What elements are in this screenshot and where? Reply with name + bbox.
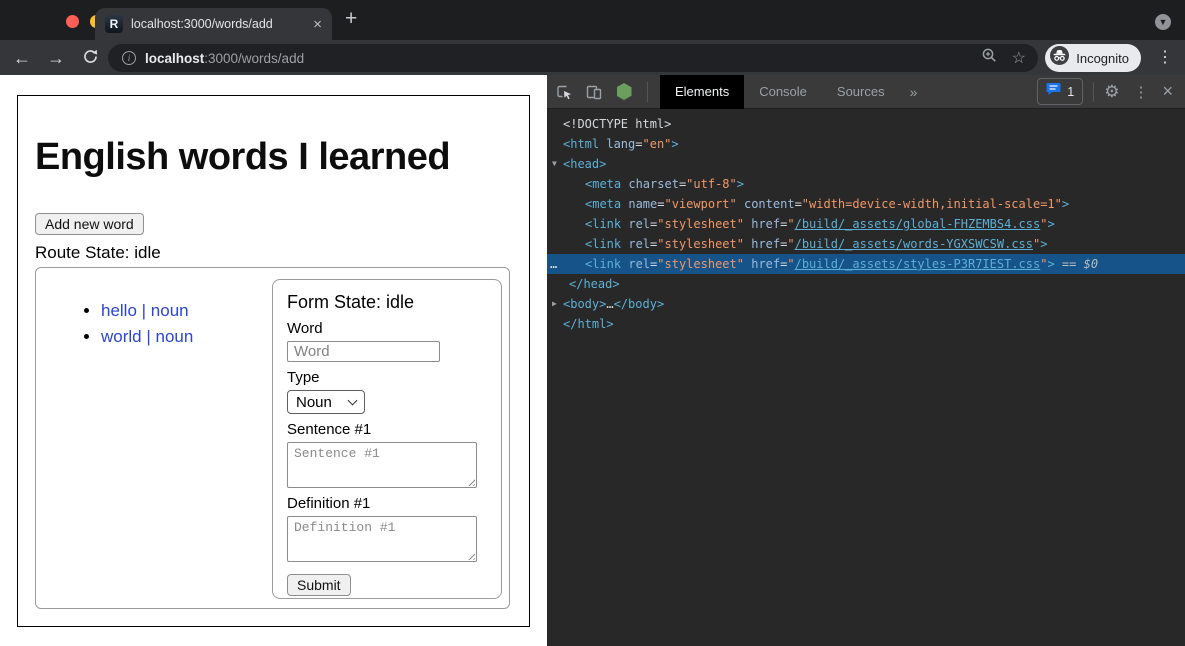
address-bar[interactable]: i localhost:3000/words/add ☆: [108, 44, 1038, 72]
device-toolbar-icon[interactable]: [585, 83, 603, 101]
type-select-value: Noun: [296, 394, 332, 411]
devtools-panel: Elements Console Sources » 1 ⚙ ⋮ × <!DOC…: [547, 75, 1185, 646]
zoom-icon[interactable]: [981, 47, 998, 69]
sentence-label: Sentence #1: [287, 421, 487, 438]
word-link[interactable]: world | noun: [101, 327, 193, 346]
toolbar-divider: [647, 82, 648, 102]
url-path: :3000/words/add: [204, 51, 304, 66]
submit-button[interactable]: Submit: [287, 574, 351, 596]
sentence-textarea[interactable]: [287, 442, 477, 488]
app-container: English words I learned Add new word Rou…: [17, 95, 530, 627]
nodejs-extension-icon[interactable]: [615, 83, 633, 101]
toolbar-divider: [1093, 82, 1094, 102]
devtools-menu-icon[interactable]: ⋮: [1133, 83, 1148, 101]
bookmark-star-icon[interactable]: ☆: [1012, 48, 1026, 68]
page-title: English words I learned: [35, 138, 512, 176]
definition-textarea[interactable]: [287, 516, 477, 562]
url-text: localhost:3000/words/add: [145, 51, 304, 66]
incognito-label: Incognito: [1076, 51, 1129, 66]
devtools-code-line[interactable]: …<link rel="stylesheet" href="/build/_as…: [547, 254, 1185, 274]
browser-window: R localhost:3000/words/add × + ▼ ← → i l…: [0, 0, 1185, 646]
incognito-badge: Incognito: [1045, 44, 1141, 72]
url-host: localhost: [145, 51, 204, 66]
type-label: Type: [287, 369, 487, 386]
devtools-code-line[interactable]: ▼<head>: [547, 154, 1185, 174]
issues-count: 1: [1067, 85, 1074, 99]
macos-close-button[interactable]: [66, 15, 79, 28]
devtools-code-line[interactable]: ▶<body>…</body>: [547, 294, 1185, 314]
devtools-code-line[interactable]: </head>: [547, 274, 1185, 294]
definition-label: Definition #1: [287, 495, 487, 512]
word-label: Word: [287, 320, 487, 337]
settings-gear-icon[interactable]: ⚙: [1104, 83, 1119, 100]
browser-toolbar: ← → i localhost:3000/words/add ☆ Incogni…: [0, 40, 1185, 75]
devtools-toolbar: Elements Console Sources » 1 ⚙ ⋮ ×: [547, 75, 1185, 109]
devtools-code-line[interactable]: <link rel="stylesheet" href="/build/_ass…: [547, 234, 1185, 254]
issues-counter[interactable]: 1: [1037, 78, 1083, 105]
forward-icon[interactable]: →: [44, 49, 68, 67]
tab-title: localhost:3000/words/add: [131, 17, 305, 31]
add-word-form: Form State: idle Word Type Noun Sentence…: [272, 279, 502, 599]
browser-tab[interactable]: R localhost:3000/words/add ×: [95, 8, 332, 40]
route-state-text: Route State: idle: [35, 243, 512, 263]
type-select[interactable]: Noun: [287, 390, 365, 414]
devtools-code-line[interactable]: </html>: [547, 314, 1185, 334]
tab-close-icon[interactable]: ×: [313, 16, 322, 33]
devtools-code-line[interactable]: <link rel="stylesheet" href="/build/_ass…: [547, 214, 1185, 234]
tab-strip: R localhost:3000/words/add × + ▼: [0, 0, 1185, 40]
expand-arrow-icon[interactable]: ▼: [552, 154, 563, 174]
add-new-word-button[interactable]: Add new word: [35, 213, 144, 235]
new-tab-button[interactable]: +: [345, 7, 357, 31]
inspect-element-icon[interactable]: [555, 83, 573, 101]
chevron-down-icon: [348, 395, 358, 405]
line-options-icon[interactable]: …: [550, 254, 557, 274]
devtools-code-line[interactable]: <meta charset="utf-8">: [547, 174, 1185, 194]
issues-bubble-icon: [1046, 82, 1061, 101]
reload-icon[interactable]: [78, 48, 102, 68]
devtools-code-line[interactable]: <html lang="en">: [547, 134, 1185, 154]
expand-arrow-icon[interactable]: ▶: [552, 294, 563, 314]
back-icon[interactable]: ←: [10, 49, 34, 67]
tab-search-chevron-icon[interactable]: ▼: [1155, 14, 1171, 30]
remix-favicon-icon: R: [105, 15, 123, 33]
words-panel: hello | noun world | noun Form State: idl…: [35, 267, 510, 609]
definition-textarea-wrap: [287, 516, 477, 562]
devtools-code-line[interactable]: <!DOCTYPE html>: [547, 114, 1185, 134]
word-link[interactable]: hello | noun: [101, 301, 189, 320]
devtools-close-icon[interactable]: ×: [1162, 81, 1173, 102]
page-viewport: English words I learned Add new word Rou…: [0, 75, 547, 646]
word-input[interactable]: [287, 341, 440, 362]
sentence-textarea-wrap: [287, 442, 477, 488]
devtools-code-line[interactable]: <meta name="viewport" content="width=dev…: [547, 194, 1185, 214]
site-info-icon[interactable]: i: [122, 51, 136, 65]
form-state-text: Form State: idle: [287, 292, 487, 313]
more-tabs-icon[interactable]: »: [900, 84, 928, 100]
tab-elements[interactable]: Elements: [660, 75, 744, 109]
tab-console[interactable]: Console: [744, 75, 822, 109]
incognito-icon: [1050, 46, 1069, 70]
tab-sources[interactable]: Sources: [822, 75, 900, 109]
devtools-code: <!DOCTYPE html><html lang="en">▼<head><m…: [547, 109, 1185, 334]
browser-menu-icon[interactable]: ⋮: [1157, 47, 1173, 67]
